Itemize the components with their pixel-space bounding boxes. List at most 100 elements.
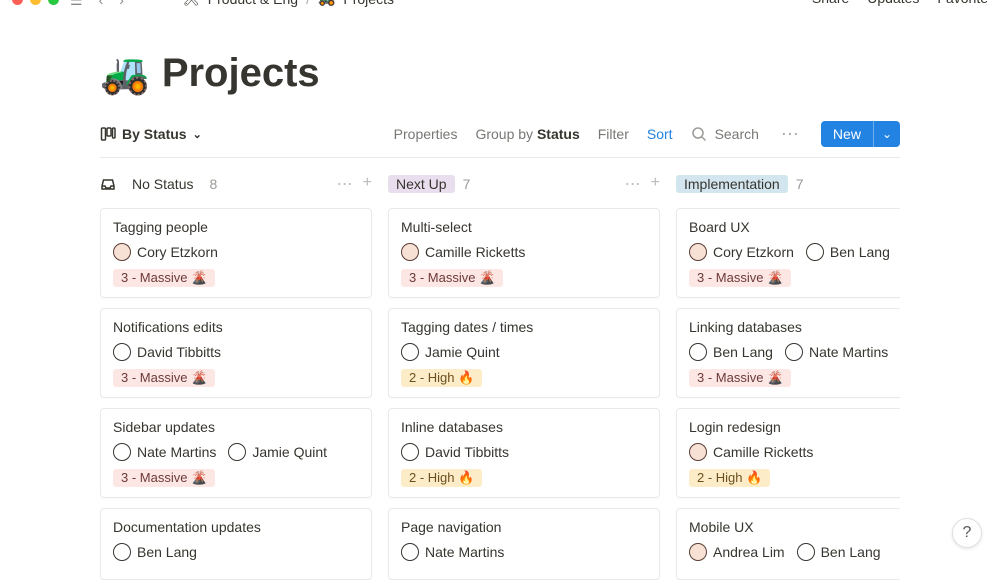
more-options-button[interactable]: ⋯ xyxy=(777,124,803,145)
view-label: By Status xyxy=(122,126,187,142)
card-title: Multi-select xyxy=(401,219,647,235)
card[interactable]: Tagging people Cory Etzkorn 3 - Massive … xyxy=(100,208,372,298)
person-name: Nate Martins xyxy=(809,344,888,360)
breadcrumb: 🛠 Product & Eng / 🚜 Projects xyxy=(182,0,394,7)
nav-back-icon[interactable]: ‹ xyxy=(99,0,104,9)
priority-chip: 3 - Massive 🌋 xyxy=(689,369,791,387)
filter-button[interactable]: Filter xyxy=(598,126,629,142)
avatar xyxy=(797,543,815,561)
priority-chip: 2 - High 🔥 xyxy=(401,469,482,487)
priority-chip: 3 - Massive 🌋 xyxy=(401,269,503,287)
new-button-group: New ⌄ xyxy=(821,121,900,147)
person: Camille Ricketts xyxy=(689,443,813,461)
person-name: Jamie Quint xyxy=(425,344,500,360)
card-title: Board UX xyxy=(689,219,900,235)
person-name: Jamie Quint xyxy=(252,444,327,460)
card-title: Login redesign xyxy=(689,419,900,435)
search-icon xyxy=(691,126,707,142)
favorite-button[interactable]: Favorite xyxy=(937,0,988,6)
card[interactable]: Tagging dates / times Jamie Quint 2 - Hi… xyxy=(388,308,660,398)
column-count: 8 xyxy=(209,176,217,192)
close-window-button[interactable] xyxy=(12,0,23,5)
card[interactable]: Linking databases Ben Lang Nate Martins 3… xyxy=(676,308,900,398)
card[interactable]: Board UX Cory EtzkornBen Lang 3 - Massiv… xyxy=(676,208,900,298)
board-column: Next Up 7 ⋯ + Multi-select Camille Ricke… xyxy=(388,172,660,580)
share-button[interactable]: Share xyxy=(812,0,849,6)
card-title: Documentation updates xyxy=(113,519,359,535)
card-people: Nate MartinsJamie Quint xyxy=(113,443,359,461)
breadcrumb-page[interactable]: Projects xyxy=(343,0,394,7)
column-more-button[interactable]: ⋯ xyxy=(337,174,353,194)
properties-button[interactable]: Properties xyxy=(394,126,458,142)
avatar xyxy=(113,443,131,461)
card-people: Cory Etzkorn xyxy=(113,243,359,261)
group-by-prefix: Group by xyxy=(475,126,536,142)
help-button[interactable]: ? xyxy=(952,518,982,548)
card[interactable]: Documentation updates Ben Lang xyxy=(100,508,372,580)
card-people: Ben Lang xyxy=(113,543,359,561)
search-placeholder: Search xyxy=(715,126,759,142)
card-people: Camille Ricketts xyxy=(689,443,900,461)
board-view-icon xyxy=(100,126,116,142)
person: David Tibbitts xyxy=(401,443,509,461)
card-people: Cory EtzkornBen Lang xyxy=(689,243,900,261)
card[interactable]: Multi-select Camille Ricketts 3 - Massiv… xyxy=(388,208,660,298)
priority-chip: 2 - High 🔥 xyxy=(689,469,770,487)
column-label[interactable]: Implementation xyxy=(676,175,788,193)
column-more-button[interactable]: ⋯ xyxy=(625,174,641,194)
card[interactable]: Page navigation Nate Martins xyxy=(388,508,660,580)
sidebar-toggle-icon[interactable]: ☰ xyxy=(70,0,83,9)
page-title-row: 🚜 Projects xyxy=(100,50,900,97)
group-by-value: Status xyxy=(537,126,580,142)
person-name: Ben Lang xyxy=(821,544,881,560)
card[interactable]: Inline databases David Tibbitts 2 - High… xyxy=(388,408,660,498)
column-label[interactable]: Next Up xyxy=(388,175,455,193)
avatar xyxy=(113,243,131,261)
breadcrumb-page-icon: 🚜 xyxy=(318,0,335,7)
breadcrumb-separator: / xyxy=(306,0,310,7)
card[interactable]: Login redesign Camille Ricketts 2 - High… xyxy=(676,408,900,498)
new-button-dropdown[interactable]: ⌄ xyxy=(873,121,900,147)
person-name: Camille Ricketts xyxy=(713,444,813,460)
sort-button[interactable]: Sort xyxy=(647,126,673,142)
page-title[interactable]: Projects xyxy=(162,51,320,96)
page-emoji[interactable]: 🚜 xyxy=(100,50,150,97)
breadcrumb-root-icon: 🛠 xyxy=(182,0,200,7)
avatar xyxy=(689,243,707,261)
zoom-window-button[interactable] xyxy=(48,0,59,5)
breadcrumb-root[interactable]: Product & Eng xyxy=(208,0,298,7)
person-name: Ben Lang xyxy=(713,344,773,360)
card-title: Linking databases xyxy=(689,319,900,335)
group-by-button[interactable]: Group by Status xyxy=(475,126,579,142)
avatar xyxy=(401,343,419,361)
avatar xyxy=(806,243,824,261)
updates-button[interactable]: Updates xyxy=(867,0,919,6)
card[interactable]: Sidebar updates Nate MartinsJamie Quint … xyxy=(100,408,372,498)
column-label[interactable]: No Status xyxy=(124,175,201,193)
board: No Status 8 ⋯ + Tagging people Cory Etzk… xyxy=(100,172,900,580)
view-picker[interactable]: By Status ⌄ xyxy=(100,126,202,142)
card-people: Nate Martins xyxy=(401,543,647,561)
priority-chip: 3 - Massive 🌋 xyxy=(113,269,215,287)
search-button[interactable]: Search xyxy=(691,126,759,142)
minimize-window-button[interactable] xyxy=(30,0,41,5)
avatar xyxy=(689,343,707,361)
new-button[interactable]: New xyxy=(821,121,873,147)
card-title: Notifications edits xyxy=(113,319,359,335)
card[interactable]: Mobile UX Andrea LimBen Lang xyxy=(676,508,900,580)
card-people: David Tibbitts xyxy=(113,343,359,361)
column-add-button[interactable]: + xyxy=(651,174,660,194)
card-title: Page navigation xyxy=(401,519,647,535)
person-name: Camille Ricketts xyxy=(425,244,525,260)
person-name: Ben Lang xyxy=(137,544,197,560)
person: Ben Lang xyxy=(797,543,881,561)
column-add-button[interactable]: + xyxy=(363,174,372,194)
card[interactable]: Notifications edits David Tibbitts 3 - M… xyxy=(100,308,372,398)
avatar xyxy=(113,343,131,361)
window-nav-icons: ☰ ‹ › xyxy=(70,0,124,9)
card-people: Camille Ricketts xyxy=(401,243,647,261)
person: Jamie Quint xyxy=(228,443,327,461)
avatar xyxy=(689,543,707,561)
person-name: Cory Etzkorn xyxy=(713,244,794,260)
nav-forward-icon[interactable]: › xyxy=(119,0,124,9)
